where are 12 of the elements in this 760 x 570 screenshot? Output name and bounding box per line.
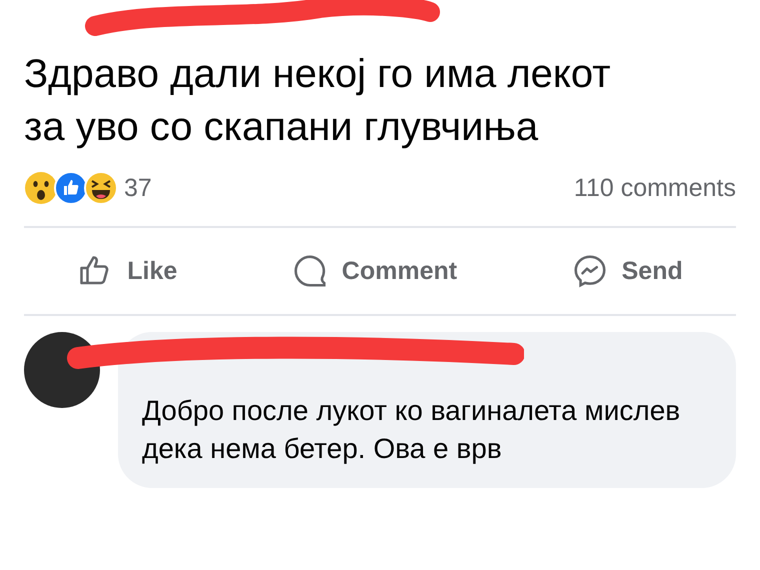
comment-count[interactable]: 110 comments — [574, 174, 736, 202]
speech-bubble-icon — [292, 253, 328, 289]
post-text: Здраво дали некој го има лекот за уво со скапани глувчиња — [24, 51, 612, 151]
send-button[interactable]: Send — [562, 247, 693, 295]
comment-text: Добро после лукот ко вагиналета мислев дека нема бетер. Ова е врв — [142, 394, 682, 466]
like-button[interactable]: Like — [67, 247, 188, 295]
laughing-emoji-icon — [84, 171, 118, 205]
like-reaction-icon — [54, 171, 88, 205]
comment-button[interactable]: Comment — [282, 247, 468, 295]
messenger-icon — [572, 253, 608, 289]
wow-emoji-icon — [24, 171, 58, 205]
reaction-count[interactable]: 37 — [124, 174, 152, 202]
